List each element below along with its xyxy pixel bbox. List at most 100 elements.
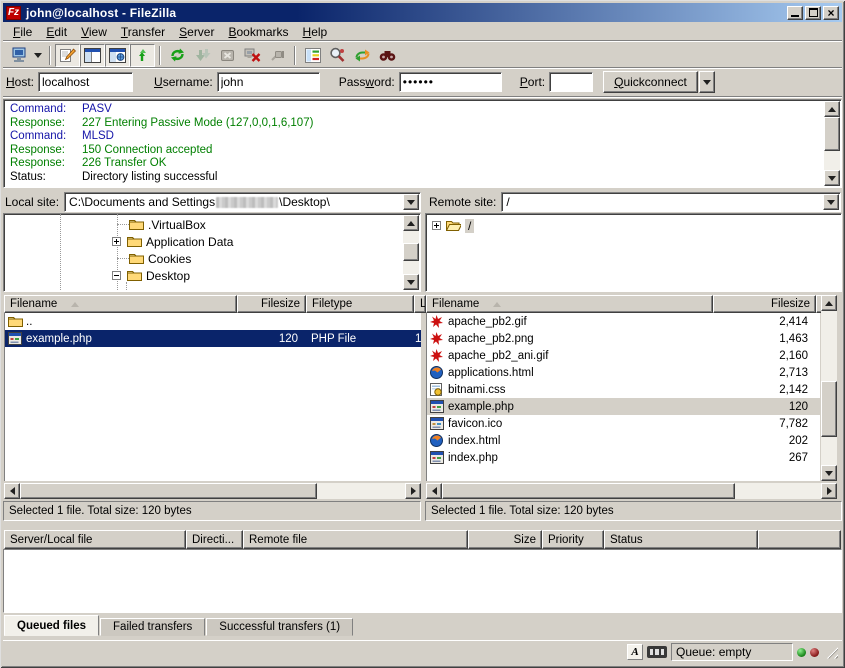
remote-list-scrollbar[interactable] <box>821 295 837 481</box>
toggle-transfer-queue-button[interactable] <box>130 44 155 67</box>
site-manager-button[interactable] <box>6 44 31 67</box>
host-input[interactable] <box>38 72 133 92</box>
chevron-down-icon <box>827 200 835 205</box>
column-header-direction[interactable]: Directi... <box>186 530 243 549</box>
tree-item-root[interactable]: / <box>432 217 474 234</box>
local-tree-scrollbar[interactable] <box>403 215 419 290</box>
quickconnect-dropdown-button[interactable] <box>699 71 715 93</box>
column-header-filesize[interactable]: Filesize <box>237 295 306 313</box>
tab-successful-transfers[interactable]: Successful transfers (1) <box>206 618 353 636</box>
file-row-example-php[interactable]: example.php 120 PHP File 1 <box>5 330 421 347</box>
site-manager-dropdown-button[interactable] <box>31 44 45 67</box>
scroll-up-button[interactable] <box>821 295 837 311</box>
column-header-filetype[interactable]: Filetype <box>306 295 414 313</box>
synchronized-browsing-button[interactable] <box>350 44 375 67</box>
scroll-down-button[interactable] <box>403 274 419 290</box>
file-row[interactable]: apache_pb2.gif 2,414 <box>427 313 820 330</box>
file-row[interactable]: apache_pb2.png 1,463 <box>427 330 820 347</box>
scroll-down-button[interactable] <box>824 170 840 186</box>
toggle-local-tree-button[interactable] <box>80 44 105 67</box>
port-input[interactable] <box>549 72 593 92</box>
column-header-size[interactable]: Size <box>468 530 542 549</box>
local-site-dropdown-button[interactable] <box>403 194 419 210</box>
username-input[interactable] <box>217 72 320 92</box>
maximize-button[interactable] <box>805 6 821 20</box>
log-scrollbar[interactable] <box>824 101 840 186</box>
tree-item-cookies[interactable]: Cookies <box>129 250 191 267</box>
column-header-filler <box>758 530 841 549</box>
file-row[interactable]: bitnami.css 2,142 <box>427 381 820 398</box>
menu-transfer[interactable]: Transfer <box>114 24 172 40</box>
scrollbar-thumb[interactable] <box>824 117 840 151</box>
file-row[interactable]: index.html 202 <box>427 432 820 449</box>
menu-bar: File Edit View Transfer Server Bookmarks… <box>6 24 841 40</box>
file-row[interactable]: apache_pb2_ani.gif 2,160 <box>427 347 820 364</box>
speed-limits-icon[interactable] <box>647 646 667 658</box>
scroll-up-button[interactable] <box>403 215 419 231</box>
cancel-operation-button[interactable] <box>215 44 240 67</box>
toggle-message-log-button[interactable] <box>55 44 80 67</box>
file-row[interactable]: favicon.ico 7,782 <box>427 415 820 432</box>
local-list-hscrollbar[interactable] <box>4 483 421 499</box>
remote-list-hscrollbar[interactable] <box>426 483 837 499</box>
column-header-server-local-file[interactable]: Server/Local file <box>4 530 186 549</box>
refresh-button[interactable] <box>165 44 190 67</box>
remote-treeview-icon <box>109 48 126 63</box>
queue-header: Server/Local file Directi... Remote file… <box>4 530 841 549</box>
collapse-icon[interactable] <box>112 271 121 280</box>
scrollbar-thumb[interactable] <box>20 483 317 499</box>
resize-grip[interactable] <box>825 646 838 659</box>
file-row[interactable]: index.php 267 <box>427 449 820 466</box>
column-header-priority[interactable]: Priority <box>542 530 604 549</box>
tab-failed-transfers[interactable]: Failed transfers <box>100 618 205 636</box>
column-header-remote-file[interactable]: Remote file <box>243 530 468 549</box>
password-input[interactable] <box>399 72 502 92</box>
close-button[interactable]: × <box>823 6 839 20</box>
find-files-button[interactable] <box>375 44 400 67</box>
file-row-example-php[interactable]: example.php 120 <box>427 398 820 415</box>
disconnect-button[interactable] <box>240 44 265 67</box>
scrollbar-thumb[interactable] <box>403 243 419 261</box>
remote-site-dropdown-button[interactable] <box>823 194 839 210</box>
scrollbar-thumb[interactable] <box>442 483 735 499</box>
quickconnect-button[interactable]: Quickconnect <box>603 71 698 93</box>
column-header-status[interactable]: Status <box>604 530 758 549</box>
file-row[interactable]: applications.html 2,713 <box>427 364 820 381</box>
menu-edit[interactable]: Edit <box>39 24 74 40</box>
scroll-left-button[interactable] <box>426 483 442 499</box>
remote-site-combobox[interactable]: / <box>501 192 841 212</box>
column-header-filename[interactable]: Filename <box>4 295 237 313</box>
local-site-combobox[interactable]: C:\Documents and Settings\Desktop\ <box>64 192 421 212</box>
scrollbar-thumb[interactable] <box>821 381 837 437</box>
directory-listing-filters-button[interactable] <box>300 44 325 67</box>
tree-item-application-data[interactable]: Application Data <box>112 233 233 250</box>
menu-file[interactable]: File <box>6 24 39 40</box>
column-header-filesize[interactable]: Filesize <box>713 295 816 313</box>
scroll-left-button[interactable] <box>4 483 20 499</box>
data-type-indicator-icon[interactable]: A <box>627 644 643 660</box>
menu-server[interactable]: Server <box>172 24 221 40</box>
expand-icon[interactable] <box>432 221 441 230</box>
tab-queued-files[interactable]: Queued files <box>4 615 99 636</box>
queue-list[interactable] <box>3 549 842 613</box>
tree-item-virtualbox[interactable]: .VirtualBox <box>129 216 206 233</box>
reconnect-button[interactable] <box>265 44 290 67</box>
menu-help[interactable]: Help <box>296 24 335 40</box>
process-queue-button[interactable] <box>190 44 215 67</box>
scroll-up-button[interactable] <box>824 101 840 117</box>
file-row-parent-dir[interactable]: .. <box>5 313 421 330</box>
tree-item-desktop[interactable]: Desktop <box>112 267 190 284</box>
directory-comparison-button[interactable] <box>325 44 350 67</box>
filezilla-logo-icon: Fz <box>6 6 21 20</box>
menu-view[interactable]: View <box>74 24 114 40</box>
minimize-button[interactable] <box>787 6 803 20</box>
scroll-right-button[interactable] <box>405 483 421 499</box>
expand-icon[interactable] <box>112 237 121 246</box>
column-header-lastmodified[interactable]: L <box>414 295 426 313</box>
compare-icon <box>329 47 346 63</box>
scroll-right-button[interactable] <box>821 483 837 499</box>
menu-bookmarks[interactable]: Bookmarks <box>221 24 295 40</box>
toggle-remote-tree-button[interactable] <box>105 44 130 67</box>
scroll-down-button[interactable] <box>821 465 837 481</box>
column-header-filename[interactable]: Filename <box>426 295 713 313</box>
